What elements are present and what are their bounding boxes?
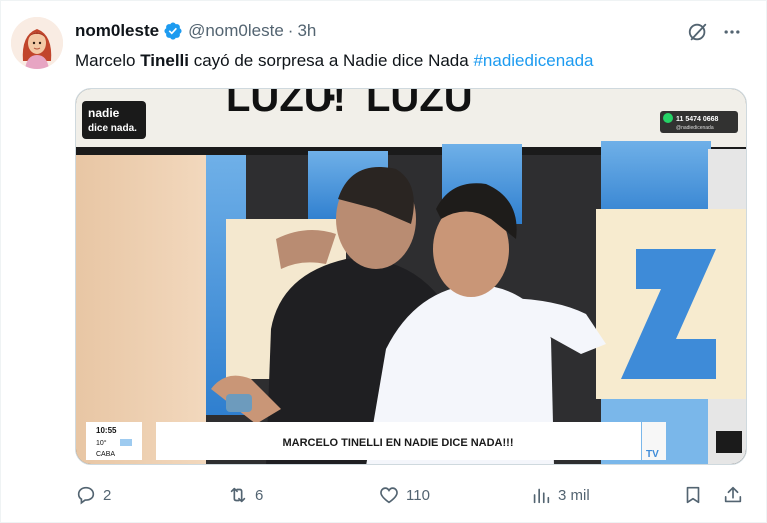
svg-text:·: ·	[326, 89, 339, 120]
more-options-icon[interactable]	[719, 19, 745, 45]
svg-text:LUZU: LUZU	[366, 89, 473, 120]
heart-icon	[380, 487, 398, 504]
views-count: 3 mil	[558, 486, 590, 504]
phone-number: 11 5474 0668	[676, 116, 719, 123]
video-frame: LUZU! · LUZU nadie dice nada. 11 5474 06…	[76, 89, 746, 464]
tv-badge: TV	[646, 449, 659, 460]
timestamp[interactable]: 3h	[297, 21, 316, 41]
separator-dot: ·	[287, 21, 294, 40]
tweet-card[interactable]: nom0leste @nom0leste · 3h Marcelo Tinell…	[0, 0, 767, 523]
temperature-text: 10°	[96, 439, 107, 447]
reply-icon	[77, 486, 95, 505]
share-button[interactable]	[722, 481, 744, 509]
tweet-text-part: cayó de sorpresa a Nadie dice Nada	[189, 51, 474, 70]
handle[interactable]: @nom0leste	[188, 21, 284, 41]
reply-count: 2	[103, 486, 112, 504]
like-count: 110	[406, 486, 430, 504]
tweet-media-video[interactable]: LUZU! · LUZU nadie dice nada. 11 5474 06…	[75, 88, 747, 465]
tweet-text-bold: Tinelli	[140, 51, 189, 70]
repost-button[interactable]: 6	[227, 481, 263, 509]
avatar[interactable]	[11, 17, 63, 69]
display-name[interactable]: nom0leste	[75, 21, 159, 41]
phone-handle: @nadiedicenada	[676, 125, 714, 131]
share-icon	[724, 486, 742, 503]
clock-text: 10:55	[96, 426, 117, 435]
grok-icon[interactable]	[687, 21, 709, 43]
lower-third-caption: MARCELO TINELLI EN NADIE DICE NADA!!!	[283, 437, 514, 449]
avatar-illustration	[11, 17, 63, 69]
show-logo-line2: dice nada.	[88, 123, 137, 134]
repost-count: 6	[255, 486, 264, 504]
tweet-actions-bar: 2 6 110 3 mil	[75, 481, 747, 509]
tweet-text: Marcelo Tinelli cayó de sorpresa a Nadie…	[75, 51, 594, 71]
verified-badge-icon[interactable]	[163, 21, 183, 41]
city-text: CABA	[96, 451, 115, 458]
bookmark-button[interactable]	[682, 481, 704, 509]
show-logo-line1: nadie	[88, 106, 120, 120]
repost-icon	[230, 487, 246, 503]
bookmark-icon	[686, 486, 700, 504]
views-button[interactable]: 3 mil	[530, 481, 590, 509]
tweet-text-part: Marcelo	[75, 51, 141, 70]
hashtag-link[interactable]: #nadiedicenada	[473, 51, 593, 70]
views-chart-icon	[533, 488, 550, 504]
reply-button[interactable]: 2	[75, 481, 111, 509]
like-button[interactable]: 110	[378, 481, 430, 509]
tweet-header: nom0leste @nom0leste · 3h	[75, 21, 316, 41]
